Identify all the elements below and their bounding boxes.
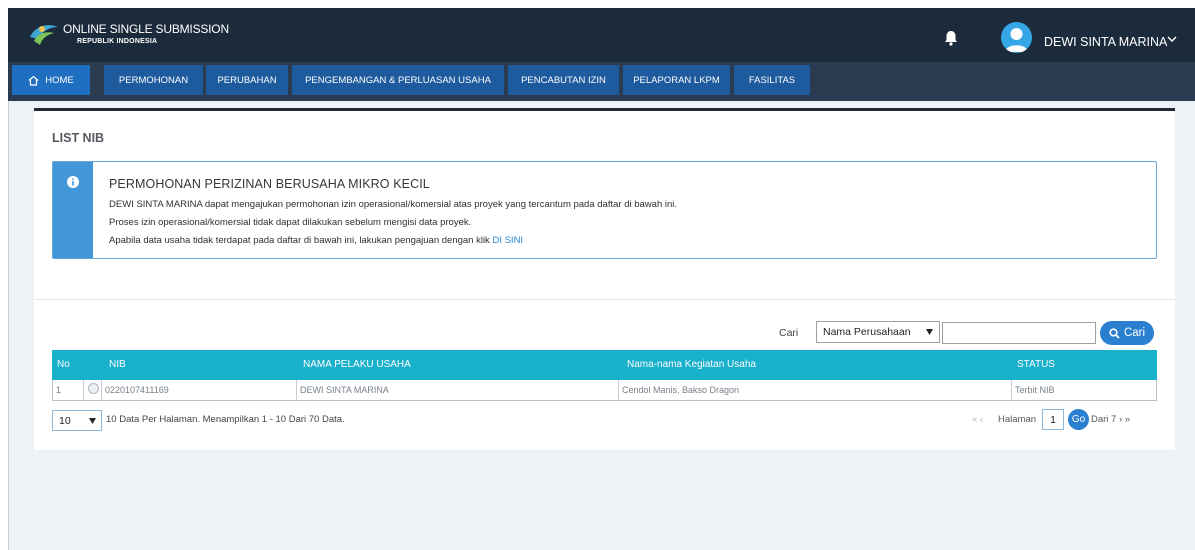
di-sini-link[interactable]: DI SINI <box>492 235 523 246</box>
pager-prev-links[interactable]: « ‹ <box>972 414 983 425</box>
per-page-value: 10 <box>59 414 71 427</box>
search-input[interactable] <box>942 322 1096 344</box>
list-nib-card: LIST NIB PERMOHONAN PERIZINAN BERUSAHA M… <box>34 108 1175 450</box>
info-icon <box>67 176 79 188</box>
chevron-down-icon[interactable] <box>1167 35 1177 43</box>
oss-logo[interactable] <box>28 19 60 47</box>
nav-item-fasilitas[interactable]: FASILITAS <box>734 65 810 95</box>
nav-item-home[interactable]: HOME <box>12 65 90 95</box>
info-alert: PERMOHONAN PERIZINAN BERUSAHA MIKRO KECI… <box>52 161 1157 259</box>
caret-down-icon <box>926 329 933 335</box>
search-button[interactable]: Cari <box>1100 321 1154 345</box>
info-side-bar <box>53 162 93 258</box>
info-text-line: Apabila data usaha tidak terdapat pada d… <box>109 235 523 246</box>
cell-no: 1 <box>53 380 84 400</box>
page-number-input[interactable]: 1 <box>1042 409 1064 430</box>
per-page-select[interactable]: 10 <box>52 410 102 431</box>
pager-total-next[interactable]: Dari 7 › » <box>1091 414 1130 425</box>
nav-item-pengembangan[interactable]: PENGEMBANGAN & PERLUASAN USAHA <box>292 65 504 95</box>
bell-icon[interactable] <box>944 30 958 46</box>
nav-item-pencabutan-izin[interactable]: PENCABUTAN IZIN <box>508 65 619 95</box>
info-text-prefix: Apabila data usaha tidak terdapat pada d… <box>109 235 493 246</box>
cell-nib: 0220107411169 <box>101 380 297 400</box>
nav-item-label: PERUBAHAN <box>217 74 277 86</box>
nav-item-label: PELAPORAN LKPM <box>633 74 720 86</box>
row-select-radio[interactable] <box>88 383 99 394</box>
info-text-line: Proses izin operasional/komersial tidak … <box>109 217 472 228</box>
search-field-value: Nama Perusahaan <box>823 326 911 338</box>
brand-subtitle: REPUBLIK INDONESIA <box>77 38 158 45</box>
search-icon <box>1109 327 1120 339</box>
info-heading: PERMOHONAN PERIZINAN BERUSAHA MIKRO KECI… <box>109 177 430 191</box>
search-field-select[interactable]: Nama Perusahaan <box>816 321 940 343</box>
go-button[interactable]: Go <box>1068 409 1089 430</box>
nav-item-label: PENCABUTAN IZIN <box>521 74 606 86</box>
info-text-line: DEWI SINTA MARINA dapat mengajukan permo… <box>109 199 678 210</box>
pager-info: 10 Data Per Halaman. Menampilkan 1 - 10 … <box>106 414 345 425</box>
cell-nama: DEWI SINTA MARINA <box>297 380 619 400</box>
nav-item-pelaporan-lkpm[interactable]: PELAPORAN LKPM <box>623 65 730 95</box>
home-icon <box>28 75 39 86</box>
column-header-nama[interactable]: NAMA PELAKU USAHA <box>303 350 411 380</box>
divider <box>34 299 1175 300</box>
column-header-status[interactable]: STATUS <box>1017 350 1055 380</box>
avatar[interactable] <box>1001 22 1032 53</box>
column-header-no[interactable]: No <box>57 350 70 380</box>
top-header: ONLINE SINGLE SUBMISSION REPUBLIK INDONE… <box>8 8 1195 62</box>
pager-page-label: Halaman <box>998 414 1037 425</box>
nav-item-label: PERMOHONAN <box>118 74 189 86</box>
cell-status: Terbit NIB <box>1015 385 1055 395</box>
caret-down-icon <box>89 418 96 424</box>
main-nav: HOME PERMOHONAN PERUBAHAN PENGEMBANGAN &… <box>8 62 1195 101</box>
nav-item-label: FASILITAS <box>748 74 796 86</box>
user-name[interactable]: DEWI SINTA MARINA <box>1044 35 1167 49</box>
brand-title: ONLINE SINGLE SUBMISSION <box>63 22 229 36</box>
column-header-nib[interactable]: NIB <box>109 350 126 380</box>
nav-item-perubahan[interactable]: PERUBAHAN <box>206 65 288 95</box>
nav-item-permohonan[interactable]: PERMOHONAN <box>104 65 203 95</box>
search-button-label: Cari <box>1123 327 1146 339</box>
nav-item-label: HOME <box>45 74 74 86</box>
nav-item-label: PENGEMBANGAN & PERLUASAN USAHA <box>305 74 491 86</box>
cell-kegiatan: Cendol Manis, Bakso Dragon <box>619 380 1012 400</box>
table-header: No NIB NAMA PELAKU USAHA Nama-nama Kegia… <box>52 350 1157 380</box>
column-header-kegiatan[interactable]: Nama-nama Kegiatan Usaha <box>627 350 756 380</box>
table-row[interactable]: 1 0220107411169 DEWI SINTA MARINA Cendol… <box>52 380 1157 401</box>
page-title: LIST NIB <box>52 131 105 145</box>
search-label: Cari <box>779 327 799 339</box>
